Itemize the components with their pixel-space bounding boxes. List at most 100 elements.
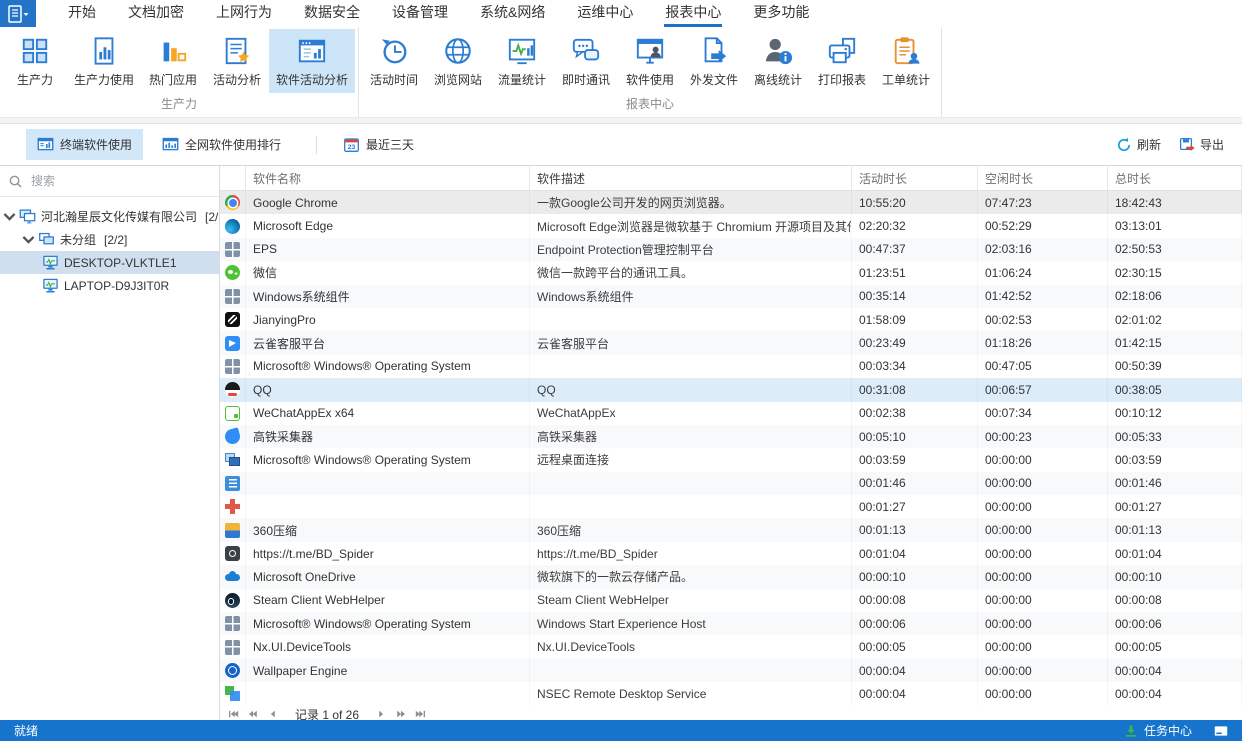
table-row[interactable]: 00:01:2700:00:0000:01:27: [220, 495, 1242, 518]
ribbon-button-software-activity[interactable]: 软件活动分析: [269, 29, 355, 93]
header-icon-column: [220, 166, 246, 190]
table-row[interactable]: Microsoft EdgeMicrosoft Edge浏览器是微软基于 Chr…: [220, 214, 1242, 237]
menu-item-6[interactable]: 系统&网络: [464, 0, 561, 27]
table-row[interactable]: Nx.UI.DeviceToolsNx.UI.DeviceTools00:00:…: [220, 635, 1242, 658]
table-row[interactable]: Microsoft® Windows® Operating System00:0…: [220, 355, 1242, 378]
tree-item-count: [2/2]: [205, 210, 219, 224]
ribbon-button-hot-apps[interactable]: 热门应用: [141, 29, 205, 93]
chevron-down-icon[interactable]: [4, 212, 14, 222]
cell-idle-text: 00:06:57: [985, 383, 1032, 397]
column-header-1[interactable]: 软件名称: [246, 166, 530, 190]
table-row[interactable]: Microsoft® Windows® Operating SystemWind…: [220, 612, 1242, 635]
menu-item-1[interactable]: 开始: [52, 0, 112, 27]
refresh-button[interactable]: 刷新: [1116, 136, 1161, 153]
ribbon-button-activity-analysis[interactable]: 活动分析: [205, 29, 269, 93]
ribbon-button-label: 软件使用: [626, 71, 674, 88]
date-filter-button[interactable]: 23最近三天: [333, 129, 424, 160]
table-row[interactable]: Steam Client WebHelperSteam Client WebHe…: [220, 589, 1242, 612]
table-body: Google Chrome一款Google公司开发的网页浏览器。10:55:20…: [220, 191, 1242, 706]
pagination-last-button[interactable]: [415, 708, 427, 720]
ribbon-button-offline-stats[interactable]: 离线统计: [746, 29, 810, 93]
cell-desc: 微软旗下的一款云存储产品。: [530, 565, 852, 588]
table-row[interactable]: Windows系统组件Windows系统组件00:35:1401:42:5202…: [220, 285, 1242, 308]
tree-item-laptop-d9j3it0r[interactable]: LAPTOP-D9J3IT0R: [0, 274, 219, 297]
table-row[interactable]: EPSEndpoint Protection管理控制平台00:47:3702:0…: [220, 238, 1242, 261]
cell-desc: QQ: [530, 378, 852, 401]
cell-desc-text: Windows系统组件: [537, 288, 634, 305]
menu-item-7[interactable]: 运维中心: [561, 0, 649, 27]
cell-active: 00:31:08: [852, 378, 978, 401]
cell-active-text: 00:05:10: [859, 430, 906, 444]
ribbon-button-productivity[interactable]: 生产力: [3, 29, 67, 93]
column-header-4[interactable]: 空闲时长: [978, 166, 1108, 190]
table-row[interactable]: 00:01:4600:00:0000:01:46: [220, 472, 1242, 495]
table-row[interactable]: 高铁采集器高铁采集器00:05:1000:00:2300:05:33: [220, 425, 1242, 448]
cell-name-text: Steam Client WebHelper: [253, 593, 385, 607]
cell-active: 00:47:37: [852, 238, 978, 261]
ribbon-button-label: 生产力: [17, 71, 53, 88]
pagination-prev-button[interactable]: [267, 708, 279, 720]
pagination-first-button[interactable]: [227, 708, 239, 720]
tree-item-desktop-vlktle1[interactable]: DESKTOP-VLKTLE1: [0, 251, 219, 274]
chevron-down-icon[interactable]: [23, 235, 33, 245]
table-row[interactable]: Microsoft® Windows® Operating System远程桌面…: [220, 448, 1242, 471]
cell-total-text: 00:00:06: [1115, 617, 1162, 631]
task-center-label[interactable]: 任务中心: [1144, 722, 1192, 739]
table-row[interactable]: Microsoft OneDrive微软旗下的一款云存储产品。00:00:100…: [220, 565, 1242, 588]
table-row[interactable]: NSEC Remote Desktop Service00:00:0400:00…: [220, 682, 1242, 705]
table-row[interactable]: 微信微信一款跨平台的通讯工具。01:23:5101:06:2402:30:15: [220, 261, 1242, 284]
table-row[interactable]: Wallpaper Engine00:00:0400:00:0000:00:04: [220, 659, 1242, 682]
ribbon-button-ticket-stats[interactable]: 工单统计: [874, 29, 938, 93]
ribbon-button-traffic-stats[interactable]: 流量统计: [490, 29, 554, 93]
menu-item-3[interactable]: 上网行为: [200, 0, 288, 27]
cell-desc: [530, 355, 852, 378]
column-header-2[interactable]: 软件描述: [530, 166, 852, 190]
cell-active: 01:58:09: [852, 308, 978, 331]
status-text: 就绪: [14, 722, 38, 739]
table-row[interactable]: Google Chrome一款Google公司开发的网页浏览器。10:55:20…: [220, 191, 1242, 214]
pagination-fast-next-button[interactable]: [395, 708, 407, 720]
menu-item-9[interactable]: 更多功能: [737, 0, 825, 27]
cell-idle-text: 00:00:00: [985, 570, 1032, 584]
cell-app-icon: [220, 378, 246, 401]
table-row[interactable]: 360压缩360压缩00:01:1300:00:0000:01:13: [220, 518, 1242, 541]
table-row[interactable]: JianyingPro01:58:0900:02:5302:01:02: [220, 308, 1242, 331]
app-menu-button[interactable]: [0, 0, 36, 27]
ribbon-button-im[interactable]: 即时通讯: [554, 29, 618, 93]
cell-name: QQ: [246, 378, 530, 401]
column-header-5[interactable]: 总时长: [1108, 166, 1242, 190]
ribbon-bottom-strip: [0, 117, 1242, 124]
tree-item--[interactable]: 未分组[2/2]: [0, 228, 219, 251]
table-row[interactable]: 云雀客服平台云雀客服平台00:23:4901:18:2601:42:15: [220, 331, 1242, 354]
tab-2[interactable]: 全网软件使用排行: [151, 129, 292, 160]
cell-total-text: 01:42:15: [1115, 336, 1162, 350]
cell-total: 01:42:15: [1108, 331, 1242, 354]
menu-item-2[interactable]: 文档加密: [112, 0, 200, 27]
tab-1[interactable]: 终端软件使用: [26, 129, 143, 160]
table-row[interactable]: QQQQ00:31:0800:06:5700:38:05: [220, 378, 1242, 401]
ribbon-button-activity-time[interactable]: 活动时间: [362, 29, 426, 93]
cell-name: Microsoft OneDrive: [246, 565, 530, 588]
cell-total-text: 00:00:08: [1115, 593, 1162, 607]
pagination-next-button[interactable]: [375, 708, 387, 720]
search-input[interactable]: [29, 173, 211, 189]
menu-item-label: 文档加密: [127, 1, 185, 27]
column-header-3[interactable]: 活动时长: [852, 166, 978, 190]
menu-item-5[interactable]: 设备管理: [376, 0, 464, 27]
tree-item--[interactable]: 河北瀚星辰文化传媒有限公司[2/2]: [0, 205, 219, 228]
ribbon-button-browse-site[interactable]: 浏览网站: [426, 29, 490, 93]
export-button[interactable]: 导出: [1179, 136, 1224, 153]
message-icon[interactable]: [1214, 724, 1228, 738]
cell-name-text: Wallpaper Engine: [253, 664, 347, 678]
pagination-fast-prev-button[interactable]: [247, 708, 259, 720]
ribbon-button-productivity-usage[interactable]: 生产力使用: [67, 29, 141, 93]
tree-item-label: 未分组: [60, 231, 96, 248]
menu-item-4[interactable]: 数据安全: [288, 0, 376, 27]
outgoing-files-icon: [699, 36, 729, 66]
menu-item-8[interactable]: 报表中心: [649, 0, 737, 27]
ribbon-button-outgoing-files[interactable]: 外发文件: [682, 29, 746, 93]
table-row[interactable]: https://t.me/BD_Spiderhttps://t.me/BD_Sp…: [220, 542, 1242, 565]
ribbon-button-print-report[interactable]: 打印报表: [810, 29, 874, 93]
table-row[interactable]: WeChatAppEx x64WeChatAppEx00:02:3800:07:…: [220, 402, 1242, 425]
ribbon-button-software-usage[interactable]: 软件使用: [618, 29, 682, 93]
